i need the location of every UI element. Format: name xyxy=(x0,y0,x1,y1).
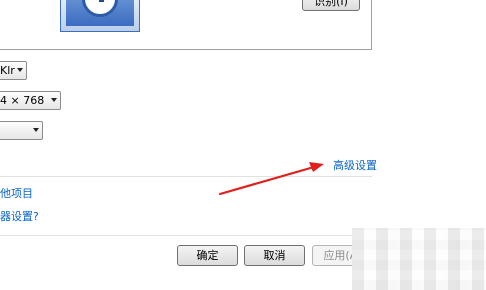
red-arrow-icon xyxy=(218,162,324,196)
